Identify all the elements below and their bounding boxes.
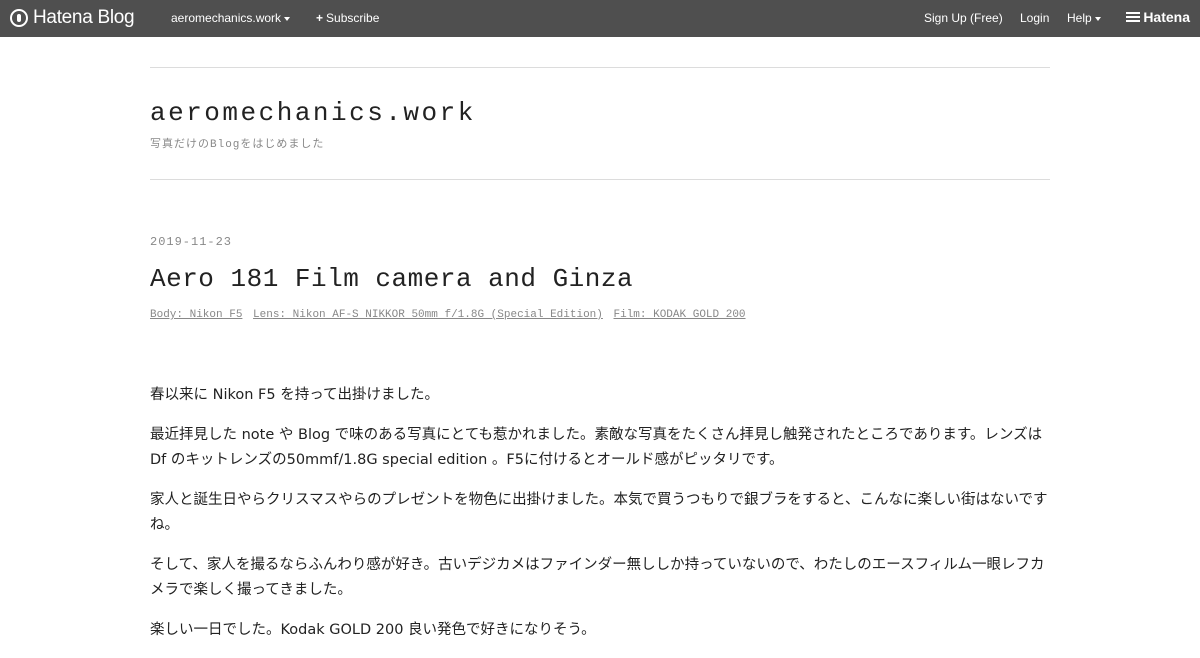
help-dropdown[interactable]: Help bbox=[1067, 11, 1101, 25]
subscribe-button[interactable]: + Subscribe bbox=[316, 11, 379, 25]
category-link[interactable]: Lens: Nikon AF-S NIKKOR 50mm f/1.8G (Spe… bbox=[253, 309, 603, 321]
hatena-blog-brand[interactable]: Hatena Blog bbox=[10, 7, 135, 29]
entry-paragraph: 春以来に Nikon F5 を持って出掛けました。 bbox=[150, 387, 439, 403]
signup-link[interactable]: Sign Up (Free) bbox=[924, 11, 1003, 25]
chevron-down-icon bbox=[284, 16, 291, 21]
help-label: Help bbox=[1067, 11, 1092, 25]
hatena-mark-icon bbox=[1126, 10, 1141, 24]
brand-text: Hatena Blog bbox=[33, 7, 135, 28]
entry-title[interactable]: Aero 181 Film camera and Ginza bbox=[150, 264, 633, 294]
subscribe-label: Subscribe bbox=[326, 11, 380, 25]
hatena-blog-logo-icon bbox=[10, 9, 28, 27]
chevron-down-icon bbox=[1094, 16, 1101, 21]
entry-date[interactable]: 2019-11-23 bbox=[150, 235, 232, 249]
plus-icon: + bbox=[316, 11, 324, 25]
hatena-logo-link[interactable]: Hatena bbox=[1126, 9, 1190, 25]
blog-menu-dropdown[interactable]: aeromechanics.work bbox=[171, 11, 291, 25]
category-link[interactable]: Body: Nikon F5 bbox=[150, 309, 242, 321]
hatena-logo-text: Hatena bbox=[1143, 9, 1190, 25]
hatena-topbar: Hatena Blog aeromechanics.work + Subscrib… bbox=[0, 0, 1200, 37]
login-link[interactable]: Login bbox=[1020, 11, 1049, 25]
entry-categories: Body: Nikon F5 Lens: Nikon AF-S NIKKOR 5… bbox=[150, 309, 750, 321]
blog-description: 写真だけのBlogをはじめました bbox=[150, 139, 325, 151]
header-bottom-divider bbox=[150, 179, 1050, 180]
entry-paragraph: 最近拝見した note や Blog で味のある写真にとても惹かれました。素敵な… bbox=[150, 427, 1043, 468]
category-link[interactable]: Film: KODAK GOLD 200 bbox=[614, 309, 746, 321]
blog-menu-label: aeromechanics.work bbox=[171, 11, 282, 25]
blog-title[interactable]: aeromechanics.work bbox=[150, 98, 476, 128]
entry-paragraph: 家人と誕生日やらクリスマスやらのプレゼントを物色に出掛けました。本気で買うつもり… bbox=[150, 492, 1048, 533]
entry-paragraph: 楽しい一日でした。Kodak GOLD 200 良い発色で好きになりそう。 bbox=[150, 622, 596, 638]
entry-paragraph: そして、家人を撮るならふんわり感が好き。古いデジカメはファインダー無ししか持って… bbox=[150, 557, 1045, 598]
entry-body: 春以来に Nikon F5 を持って出掛けました。 最近拝見した note や … bbox=[150, 383, 1050, 658]
header-top-divider bbox=[150, 67, 1050, 68]
